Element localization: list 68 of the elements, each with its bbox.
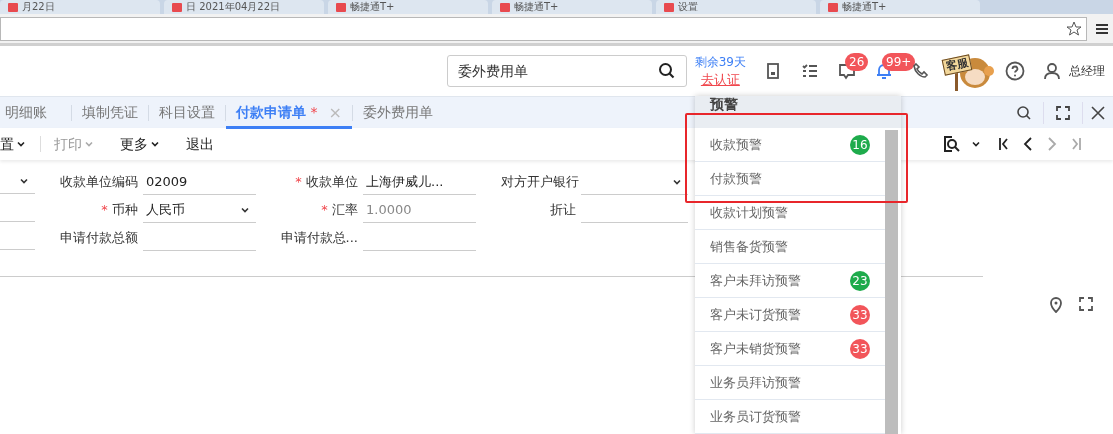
search-icon[interactable] [657,62,676,80]
browser-tab[interactable]: 月22日 [0,0,160,14]
field-label: * 收款单位 [294,173,359,192]
dropdown-title: 预警 [710,97,738,111]
field-label: 申请付款总... [279,229,359,248]
tab-logo-icon [828,2,838,12]
page-tab[interactable]: 科目设置 [149,96,225,129]
field-label: 收款单位编码 [59,173,139,192]
tab-logo-icon [500,2,510,12]
browser-tab[interactable]: 日 2021年04月22日 [164,0,324,14]
menu-icon[interactable] [1095,21,1109,36]
browser-tab[interactable]: 畅捷通T+ [820,0,980,14]
user-icon[interactable] [1043,62,1061,80]
search-field[interactable]: 委外费用单 [446,55,687,87]
location-pin-icon[interactable] [1049,297,1063,313]
tab-logo-icon [172,2,182,12]
browser-tab[interactable]: 设置 [656,0,816,14]
help-icon[interactable] [1005,61,1025,81]
fullscreen-icon[interactable] [1056,105,1070,120]
alert-item[interactable]: 客户未订货预警 33 [695,298,885,332]
count-badge: 33 [850,338,870,359]
trial-days-text: 剩余39天 [694,54,746,71]
phone-icon[interactable] [911,62,930,80]
browser-tab[interactable]: 畅捷通T+ [492,0,652,14]
select-field[interactable]: 人民币 [143,197,256,223]
count-badge: 23 [850,270,870,291]
count-badge: 99+ [882,53,916,71]
page-tab[interactable]: 付款申请单 * × [226,96,352,129]
toolbar-button[interactable]: 更多 [107,133,173,155]
input-field[interactable]: 02009 [143,169,256,195]
tab-logo-icon [8,2,18,12]
input-field[interactable]: 上海伊威儿... [363,169,476,195]
preview-icon[interactable] [943,135,961,153]
field-label: * 汇率 [320,201,359,220]
alert-item[interactable]: 客户未拜访预警 23 [695,264,885,298]
alert-item[interactable]: 收款预警 16 [695,128,885,162]
toolbar-button[interactable]: 退出 [173,133,227,155]
chevron-down-icon [150,139,160,149]
page-tab[interactable]: 填制凭证 [72,96,148,129]
checklist-icon[interactable] [800,62,819,80]
alert-item[interactable]: 客户未销货预警 33 [695,332,885,366]
field-label: * 币种 [100,201,139,220]
address-field[interactable] [0,16,1087,41]
tab-logo-icon [336,2,346,12]
browser-tab[interactable]: 畅捷通T+ [328,0,488,14]
first-page-icon[interactable] [997,137,1011,151]
user-name[interactable]: 总经理 [1069,62,1105,80]
chevron-down-icon [16,139,26,149]
field-label: 折让 [549,201,577,220]
page-tab[interactable]: 明细账 [0,96,71,129]
field-label: 对方开户银行 [501,173,580,192]
search-icon[interactable] [1016,104,1032,121]
tab-logo-icon [664,2,674,12]
scrollbar[interactable] [885,130,898,434]
count-badge: 26 [845,53,869,71]
verify-link[interactable]: 去认证 [700,71,740,89]
count-badge: 33 [850,304,870,325]
chevron-down-icon [84,139,94,149]
chevron-down-icon [971,139,981,149]
field-label: 申请付款总额 [59,229,139,248]
close-icon[interactable] [1091,105,1105,120]
customer-service-badge[interactable]: 客服 [941,49,997,93]
star-icon[interactable] [1066,20,1082,37]
fullscreen-icon[interactable] [1079,297,1093,311]
page-tab[interactable]: 委外费用单 [353,96,443,129]
toolbar-button[interactable]: 置 [0,133,30,155]
count-badge: 16 [850,134,870,155]
previous-icon[interactable] [1021,137,1035,151]
